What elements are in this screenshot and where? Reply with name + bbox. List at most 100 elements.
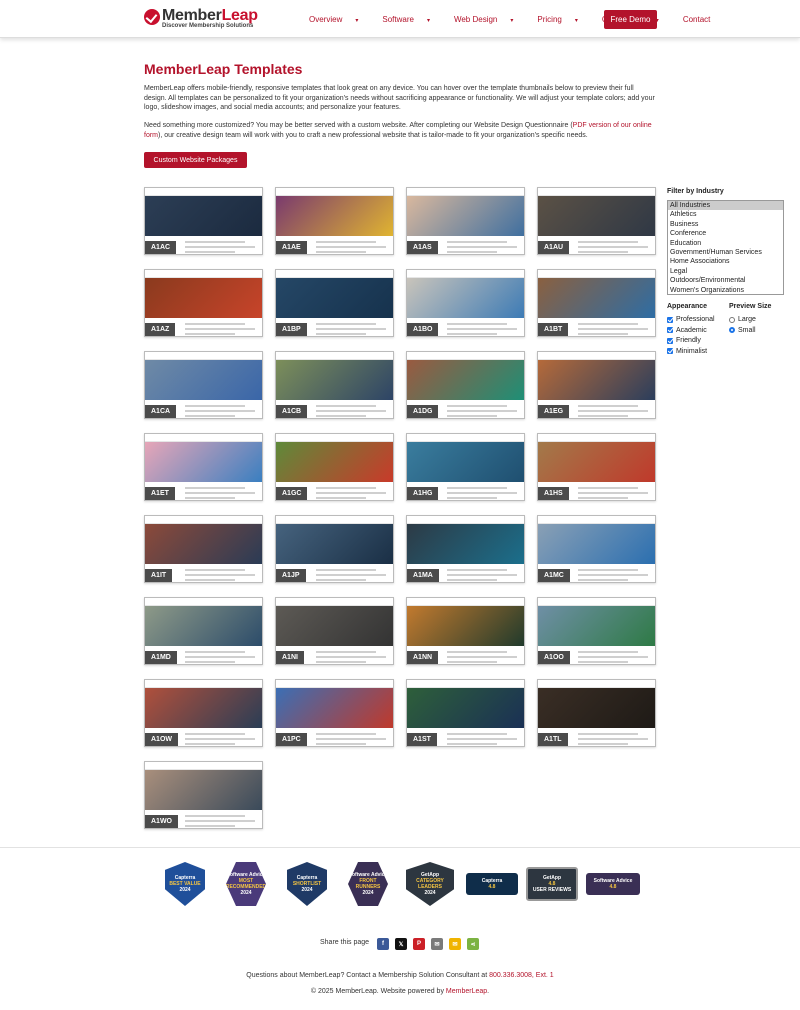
template-thumbnail[interactable]: A1AS — [406, 187, 525, 255]
industry-option[interactable]: Outdoors/Environmental — [668, 276, 783, 285]
thumbnail-navbar — [276, 434, 393, 442]
industry-option[interactable]: Home Associations — [668, 257, 783, 266]
template-thumbnail[interactable]: A1GC — [275, 433, 394, 501]
template-thumbnail[interactable]: A1MD — [144, 597, 263, 665]
industry-option[interactable]: Business — [668, 220, 783, 229]
powered-by-link[interactable]: MemberLeap — [446, 988, 487, 995]
template-code-label: A1AC — [145, 241, 177, 254]
sms-icon[interactable]: ✉ — [449, 938, 461, 950]
industry-option[interactable]: Government/Human Services — [668, 248, 783, 257]
thumbnail-navbar — [145, 680, 262, 688]
checkbox-checked-icon[interactable] — [667, 316, 673, 323]
preview-radio-large[interactable]: Large — [729, 316, 756, 323]
template-thumbnail[interactable]: A1IT — [144, 515, 263, 583]
chevron-down-icon: ▾ — [574, 18, 578, 24]
template-thumbnail[interactable]: A1ET — [144, 433, 263, 501]
template-thumbnail[interactable]: A1CB — [275, 351, 394, 419]
template-thumbnail[interactable]: A1OO — [537, 597, 656, 665]
template-thumbnail[interactable]: A1NI — [275, 597, 394, 665]
thumbnail-hero-image — [145, 524, 262, 564]
industry-option[interactable]: Education — [668, 239, 783, 248]
checkbox-checked-icon[interactable] — [667, 348, 673, 354]
template-code-label: A1PC — [276, 733, 307, 746]
nav-item-software[interactable]: Software ▾ — [382, 15, 442, 24]
template-thumbnail[interactable]: A1JP — [275, 515, 394, 583]
facebook-icon[interactable]: f — [377, 938, 389, 950]
share-icon[interactable]: ⋖ — [467, 938, 479, 950]
template-thumbnail[interactable]: A1TL — [537, 679, 656, 747]
checkbox-checked-icon[interactable] — [667, 337, 673, 344]
email-icon[interactable]: ✉ — [431, 938, 443, 950]
nav-item-contact[interactable]: Contact — [683, 15, 723, 24]
nav-item-pricing[interactable]: Pricing ▾ — [537, 15, 589, 24]
thumbnail-hero-image — [276, 278, 393, 318]
radio-icon[interactable] — [729, 316, 735, 323]
template-thumbnail[interactable]: A1AU — [537, 187, 656, 255]
preview-radio-small[interactable]: Small — [729, 327, 756, 334]
appearance-checkbox-friendly[interactable]: Friendly — [667, 337, 701, 344]
template-thumbnail[interactable]: A1BP — [275, 269, 394, 337]
template-thumbnail[interactable]: A1CA — [144, 351, 263, 419]
contact-line: Questions about MemberLeap? Contact a Me… — [246, 972, 554, 979]
template-thumbnail[interactable]: A1NN — [406, 597, 525, 665]
industry-option[interactable]: Women's Organizations — [668, 286, 783, 294]
appearance-checkbox-academic[interactable]: Academic — [667, 327, 707, 334]
checkbox-checked-icon[interactable] — [667, 327, 673, 333]
template-code-label: A1HG — [407, 487, 439, 500]
template-thumbnail[interactable]: A1OW — [144, 679, 263, 747]
template-thumbnail[interactable]: A1EG — [537, 351, 656, 419]
template-code-label: A1TL — [538, 733, 568, 746]
thumbnail-hero-image — [538, 278, 655, 318]
industry-option[interactable]: All Industries — [668, 201, 783, 211]
thumbnail-navbar — [145, 598, 262, 606]
award-badge: Capterra BEST VALUE 2024 — [165, 862, 205, 906]
appearance-checkbox-minimalist[interactable]: Minimalist — [667, 348, 707, 355]
template-thumbnail[interactable]: A1PC — [275, 679, 394, 747]
pinterest-icon[interactable]: P — [413, 938, 425, 950]
award-badge: Software Advice MOST RECOMMENDED 2024 — [226, 862, 266, 906]
thumbnail-navbar — [407, 188, 524, 196]
template-thumbnail[interactable]: A1AE — [275, 187, 394, 255]
template-code-label: A1AE — [276, 241, 307, 254]
template-thumbnail[interactable]: A1ST — [406, 679, 525, 747]
thumbnail-hero-image — [407, 196, 524, 236]
checkmark-logo-icon — [144, 9, 160, 25]
template-thumbnail[interactable]: A1MA — [406, 515, 525, 583]
thumbnail-navbar — [276, 516, 393, 524]
nav-item-overview[interactable]: Overview ▾ — [309, 15, 370, 24]
share-label: Share this page — [320, 939, 370, 946]
template-thumbnail[interactable]: A1MC — [537, 515, 656, 583]
x-twitter-icon[interactable]: 𝕏 — [395, 938, 407, 950]
phone-link[interactable]: 800.336.3008, Ext. 1 — [489, 972, 554, 979]
intro-paragraph: MemberLeap offers mobile-friendly, respo… — [144, 85, 655, 111]
thumbnail-navbar — [145, 762, 262, 770]
appearance-checkbox-professional[interactable]: Professional — [667, 316, 715, 323]
custom-website-packages-button[interactable]: Custom Website Packages — [144, 152, 247, 168]
thumbnail-navbar — [407, 352, 524, 360]
template-thumbnail[interactable]: A1DG — [406, 351, 525, 419]
thumbnail-hero-image — [276, 606, 393, 646]
free-demo-button[interactable]: Free Demo — [604, 10, 657, 29]
template-thumbnail[interactable]: A1HG — [406, 433, 525, 501]
industry-option[interactable]: Conference — [668, 229, 783, 238]
thumbnail-navbar — [538, 434, 655, 442]
template-code-label: A1ET — [145, 487, 175, 500]
template-code-label: A1AU — [538, 241, 570, 254]
thumbnail-hero-image — [538, 688, 655, 728]
custom-paragraph: Need something more customized? You may … — [144, 122, 652, 139]
industry-option[interactable]: Legal — [668, 267, 783, 276]
template-code-label: A1MA — [407, 569, 439, 582]
template-thumbnail[interactable]: A1AC — [144, 187, 263, 255]
template-thumbnail[interactable]: A1HS — [537, 433, 656, 501]
industry-listbox[interactable]: All Industries Athletics Business Conferenc… — [667, 200, 784, 295]
template-thumbnail[interactable]: A1BO — [406, 269, 525, 337]
chevron-down-icon: ▾ — [426, 18, 430, 24]
template-thumbnail[interactable]: A1WO — [144, 761, 263, 829]
template-thumbnail[interactable]: A1AZ — [144, 269, 263, 337]
template-code-label: A1WO — [145, 815, 178, 828]
radio-icon[interactable] — [729, 327, 735, 333]
industry-option[interactable]: Athletics — [668, 210, 783, 219]
template-thumbnail[interactable]: A1BT — [537, 269, 656, 337]
memberleap-logo[interactable]: MemberLeap Discover Membership Solutions — [144, 7, 258, 32]
nav-item-web-design[interactable]: Web Design ▾ — [454, 15, 525, 24]
